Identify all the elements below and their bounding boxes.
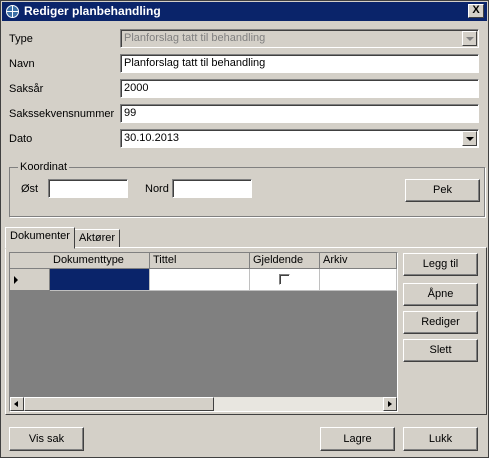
cell-dokumenttype[interactable] <box>50 269 150 291</box>
horizontal-scrollbar[interactable] <box>10 397 397 411</box>
close-button[interactable]: X <box>468 4 484 18</box>
sakssekvensnummer-value: 99 <box>124 107 137 119</box>
tab-dokumenter[interactable]: Dokumenter <box>5 227 75 249</box>
saksar-label: Saksår <box>9 83 44 95</box>
nord-label: Nord <box>145 183 169 195</box>
vis-sak-button[interactable]: Vis sak <box>9 427 84 451</box>
slett-button[interactable]: Slett <box>403 339 478 362</box>
column-header-arkiv[interactable]: Arkiv <box>320 253 397 269</box>
tab-aktorer[interactable]: Aktører <box>74 229 121 248</box>
cell-gjeldende[interactable] <box>250 269 320 291</box>
ost-label: Øst <box>21 183 39 195</box>
column-header-gjeldende[interactable]: Gjeldende <box>250 253 320 269</box>
grid-corner-header <box>10 253 51 269</box>
nord-input[interactable] <box>172 179 252 198</box>
dato-value: 30.10.2013 <box>124 132 180 144</box>
scroll-right-icon[interactable] <box>383 397 397 411</box>
type-label: Type <box>9 33 33 45</box>
column-header-tittel[interactable]: Tittel <box>150 253 250 269</box>
pek-button[interactable]: Pek <box>405 179 480 202</box>
column-header-dokumenttype[interactable]: Dokumenttype <box>50 253 150 269</box>
navn-value: Planforslag tatt til behandling <box>124 57 266 69</box>
apne-button[interactable]: Åpne <box>403 283 478 306</box>
cell-tittel[interactable] <box>150 269 250 291</box>
documents-grid[interactable]: Dokumenttype Tittel Gjeldende Arkiv <box>9 252 398 412</box>
dialog-window: Rediger planbehandling X Type Planforsla… <box>0 0 489 458</box>
gjeldende-checkbox[interactable] <box>279 274 290 285</box>
navn-input[interactable]: Planforslag tatt til behandling <box>120 54 479 73</box>
sakssekvensnummer-input[interactable]: 99 <box>120 104 479 123</box>
sakssekvensnummer-label: Sakssekvensnummer <box>9 108 115 120</box>
globe-icon <box>6 5 19 18</box>
dato-label: Dato <box>9 133 33 145</box>
scroll-left-icon[interactable] <box>10 397 24 411</box>
title-bar: Rediger planbehandling X <box>2 2 487 21</box>
ost-input[interactable] <box>48 179 128 198</box>
dato-picker[interactable]: 30.10.2013 <box>120 129 479 148</box>
type-select[interactable]: Planforslag tatt til behandling <box>120 29 479 48</box>
window-title: Rediger planbehandling <box>24 4 161 18</box>
chevron-down-icon[interactable] <box>462 31 477 46</box>
lukk-button[interactable]: Lukk <box>403 427 478 451</box>
koordinat-group-label: Koordinat <box>18 160 70 174</box>
saksar-input[interactable]: 2000 <box>120 79 479 98</box>
lagre-button[interactable]: Lagre <box>320 427 395 451</box>
legg-til-button[interactable]: Legg til <box>403 253 478 276</box>
cell-arkiv[interactable] <box>320 269 397 291</box>
rediger-button[interactable]: Rediger <box>403 311 478 334</box>
saksar-value: 2000 <box>124 82 149 94</box>
navn-label: Navn <box>9 58 35 70</box>
row-pointer-icon[interactable] <box>10 269 50 291</box>
chevron-down-icon[interactable] <box>462 131 477 146</box>
type-value: Planforslag tatt til behandling <box>124 32 266 44</box>
scrollbar-thumb[interactable] <box>24 397 214 411</box>
